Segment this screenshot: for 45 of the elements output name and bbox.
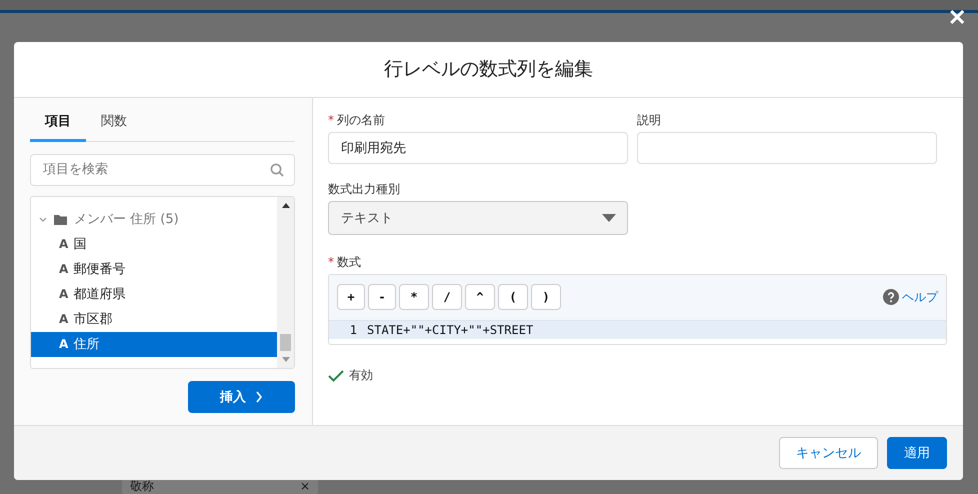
operator-button[interactable]: ( xyxy=(498,284,528,310)
tab[interactable]: 項目 xyxy=(30,108,86,142)
help-icon xyxy=(883,289,899,306)
required-mark: * xyxy=(328,113,334,128)
field-label: 数式出力種別 xyxy=(328,180,400,198)
field-item[interactable]: A 住所 xyxy=(31,332,277,357)
field-label: 数式 xyxy=(337,254,361,271)
operator-button[interactable]: / xyxy=(432,284,462,310)
field-label: 説明 xyxy=(637,112,661,129)
folder-icon xyxy=(53,212,68,226)
scroll-down-icon xyxy=(282,356,290,362)
required-mark: * xyxy=(328,255,334,270)
search-icon xyxy=(270,162,284,177)
description-field[interactable] xyxy=(637,132,937,164)
operator-button[interactable]: - xyxy=(368,284,396,310)
scroll-up-icon xyxy=(282,202,290,208)
formula-editor[interactable]: + - * / ^ ( ) ヘルプ 1 STATE+""+CITY+""+STREET xyxy=(328,274,947,345)
chip-remove-icon[interactable]: × xyxy=(300,479,310,493)
search-field[interactable]: 項目を検索 xyxy=(30,154,295,186)
caret-icon xyxy=(602,214,616,222)
apply-button[interactable]: 適用 xyxy=(887,436,947,469)
field-item[interactable]: A 都道府県 xyxy=(31,282,277,307)
formula-code: STATE+""+CITY+""+STREET xyxy=(367,322,534,337)
operator-button[interactable]: ) xyxy=(531,284,561,310)
chevron-right-icon xyxy=(256,390,263,403)
field-item[interactable]: A 国 xyxy=(31,232,277,257)
scrollbar-thumb[interactable] xyxy=(280,334,291,351)
tab[interactable]: 関数 xyxy=(86,108,142,142)
line-number: 1 xyxy=(348,322,358,337)
field-item[interactable]: A 郵便番号 xyxy=(31,256,277,282)
insert-button[interactable]: 挿入 xyxy=(188,380,295,413)
operator-button[interactable]: + xyxy=(337,284,365,310)
validation-status: 有効 xyxy=(349,366,373,384)
chip-label: 敬称 xyxy=(130,478,154,494)
field-item[interactable]: A 市区郡 xyxy=(31,306,277,332)
field-label: 列の名前 xyxy=(337,112,385,129)
close-button[interactable]: ✕ xyxy=(948,6,966,30)
scrollbar[interactable] xyxy=(277,196,294,368)
cancel-button[interactable]: キャンセル xyxy=(779,436,878,469)
output-type-dropdown[interactable]: テキスト xyxy=(328,200,628,235)
help-link[interactable]: ヘルプ xyxy=(883,288,938,306)
operator-button[interactable]: ^ xyxy=(465,284,495,310)
operator-button[interactable]: * xyxy=(399,284,429,310)
folder-label[interactable]: メンバー 住所 (5) xyxy=(74,210,179,228)
column-name-field[interactable]: 印刷用宛先 xyxy=(328,132,628,164)
